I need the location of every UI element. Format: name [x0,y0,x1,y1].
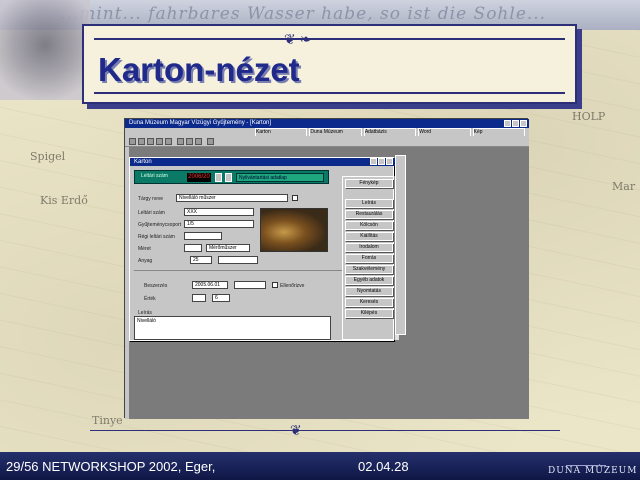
field-label: Gyűjteménycsoport [138,222,182,228]
side-button[interactable]: Leírás [345,199,393,208]
menu-bar: Karton Duna Múzeum Adatbázis Word Kép [125,128,529,137]
side-button[interactable]: Kiállítás [345,232,393,241]
toolbar-button[interactable] [156,138,163,145]
material-field[interactable]: 25 [190,256,212,264]
acquisition-date-field[interactable] [234,281,266,289]
map-label: HOLP [572,110,606,123]
toolbar-button[interactable] [207,138,214,145]
size-field[interactable]: Mérőműszer [206,244,250,252]
maximize-icon[interactable] [512,120,519,127]
engraving-image [0,0,90,100]
side-button-panel: Fénykép Leírás Restaurálás Kölcsön Kiáll… [342,176,394,340]
side-button[interactable]: Irodalom [345,243,393,252]
checked-checkbox[interactable] [272,282,278,288]
map-label: Spigel [30,150,66,163]
title-rule [94,92,565,94]
side-button[interactable]: Egyéb adatok [345,276,393,285]
divider [90,430,560,431]
toolbar [125,136,529,147]
museum-emblem-icon [566,452,606,466]
app-title: Duna Múzeum Magyar Vízügyi Gyűjtemény - … [129,120,272,126]
footer-event: 29/56 NETWORKSHOP 2002, Eger, [6,459,216,474]
inventory-value[interactable]: 2006/20 [187,173,211,182]
field-label: Leltári szám [138,210,165,216]
app-screenshot: Duna Múzeum Magyar Vízügyi Gyűjtemény - … [124,118,529,419]
size-code-field[interactable] [184,244,202,252]
footer-bar: 29/56 NETWORKSHOP 2002, Eger, 02.04.28 D… [0,452,640,480]
side-button[interactable]: Nyomtatás [345,287,393,296]
header-script: ...mint... fahrbares Wasser habe, so ist… [60,4,547,24]
field-label: Anyag [138,258,153,264]
footer-date: 02.04.28 [358,459,409,474]
description-memo[interactable]: Nivelláló [134,316,331,340]
value-code-field[interactable] [192,294,206,302]
toolbar-button[interactable] [186,138,193,145]
toolbar-button[interactable] [165,138,172,145]
window-controls [504,120,527,127]
side-button[interactable]: Kilépés [345,309,393,318]
karton-form: Karton Leltári szám 2006/20 Nyilvántartá… [129,157,399,341]
map-label: Mar [612,180,636,193]
side-button[interactable]: Szakvélemény [345,265,393,274]
toolbar-button[interactable] [129,138,136,145]
side-button[interactable]: Keresés [345,298,393,307]
prev-record-icon[interactable] [215,173,222,182]
value-field[interactable]: 6 [212,294,230,302]
map-label: Kis Erdő [40,194,88,207]
flourish-icon: ❦ ❧ [284,31,312,47]
side-button[interactable]: Kölcsön [345,221,393,230]
inventory-label: Leltári szám [141,173,168,179]
close-icon[interactable] [386,158,393,165]
field-label: Érték [144,296,156,302]
slide-title: Karton-nézet [98,51,300,88]
next-record-icon[interactable] [225,173,232,182]
workspace: Karton Leltári szám 2006/20 Nyilvántartá… [125,147,529,419]
checkbox-label: Ellenőrizve [280,283,305,289]
ornament-icon: ❦ [290,422,302,438]
close-icon[interactable] [520,120,527,127]
title-panel: ❦ ❧ Karton-nézet [82,24,577,104]
toolbar-button[interactable] [177,138,184,145]
object-photo [260,208,328,252]
side-button[interactable]: Forrás [345,254,393,263]
maximize-icon[interactable] [378,158,385,165]
toolbar-button[interactable] [195,138,202,145]
side-button[interactable]: Fénykép [345,179,393,188]
minimize-icon[interactable] [504,120,511,127]
side-window [395,155,406,335]
toolbar-button[interactable] [147,138,154,145]
object-name-field[interactable]: Nivelláló műszer [176,194,288,202]
side-button[interactable]: Restaurálás [345,210,393,219]
old-inventory-field[interactable] [184,232,222,240]
field-label: Méret [138,246,151,252]
footer-brand: DUNA MÚZEUM [548,466,638,476]
title-rule [94,38,565,40]
checkbox[interactable] [292,195,298,201]
field-label: Régi leltári szám [138,234,175,240]
map-label: Tinye [92,414,123,427]
material-desc-field[interactable] [218,256,258,264]
acquisition-field[interactable]: 2005.06.01 [192,281,228,289]
field-label: Tárgy neve [138,196,164,202]
record-type: Nyilvántartási adatlap [236,173,324,182]
record-header: Leltári szám 2006/20 Nyilvántartási adat… [134,170,329,184]
app-titlebar: Duna Múzeum Magyar Vízügyi Gyűjtemény - … [125,119,529,128]
group-field[interactable]: 1/5 [184,220,254,228]
field-label: Beszerzés [144,283,168,289]
form-title: Karton [130,158,395,166]
toolbar-button[interactable] [138,138,145,145]
inventory-field[interactable]: XXX [184,208,254,216]
minimize-icon[interactable] [370,158,377,165]
